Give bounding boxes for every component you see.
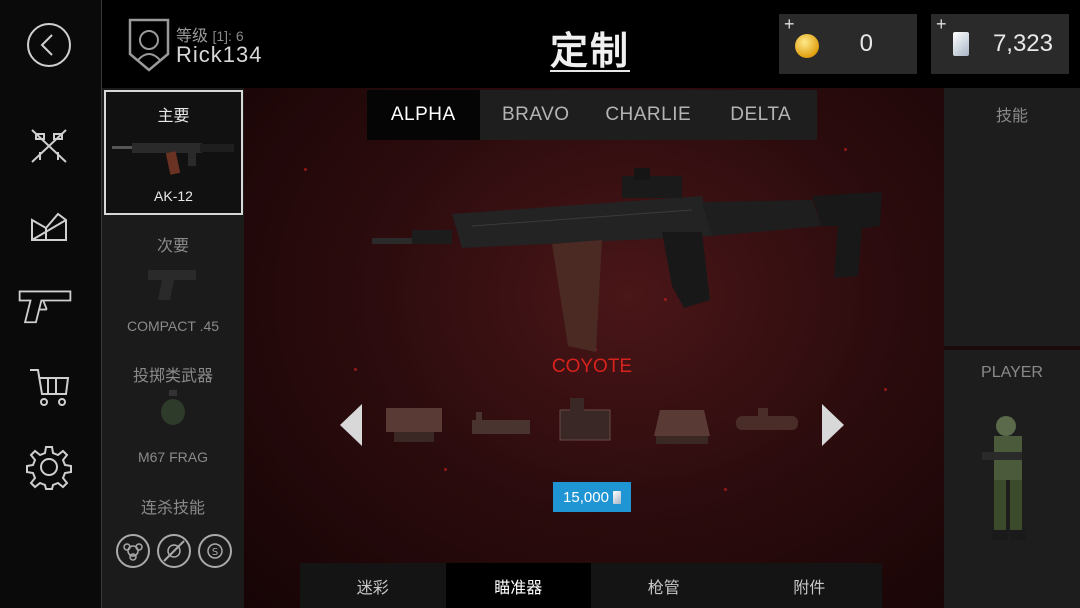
card-currency-icon (612, 490, 621, 504)
settings-icon (26, 446, 72, 490)
cards-balance[interactable]: + 7,323 (931, 14, 1069, 74)
airstrike-killstreak-icon[interactable]: S (198, 534, 232, 568)
left-nav (0, 0, 102, 608)
add-coins-icon[interactable]: + (784, 14, 795, 35)
username: Rick134 (176, 42, 263, 67)
sight-option-5-icon[interactable] (732, 396, 802, 454)
skill-title: 技能 (995, 108, 1028, 125)
nav-gear-button[interactable] (24, 202, 74, 252)
tab-bravo[interactable]: BRAVO (480, 90, 593, 140)
coin-icon (795, 34, 819, 58)
tab-sights[interactable]: 瞄准器 (445, 563, 591, 608)
cart-icon (30, 369, 70, 406)
rank-badge-icon (128, 18, 170, 72)
pistol-thumbnail-icon[interactable] (144, 264, 200, 304)
card-currency-icon (953, 32, 969, 56)
back-icon (27, 23, 71, 67)
tab-attachments[interactable]: 附件 (737, 563, 883, 608)
weapons-icon (31, 129, 67, 163)
primary-name: AK-12 (154, 188, 193, 204)
primary-weapon-slot[interactable]: 主要 AK-12 (104, 90, 243, 215)
secondary-name: COMPACT .45 (126, 318, 220, 334)
uav-killstreak-icon[interactable] (116, 534, 150, 568)
tab-camo[interactable]: 迷彩 (300, 563, 446, 608)
nav-weapons-button[interactable] (24, 120, 74, 170)
skin-name: COYOTE (551, 356, 633, 377)
price-value: 15,000 (563, 488, 609, 506)
skill-panel[interactable]: 技能 (944, 88, 1080, 346)
nav-settings-button[interactable] (24, 442, 74, 492)
tab-barrel[interactable]: 枪管 (591, 563, 737, 608)
killstreak-icons: S (116, 534, 232, 570)
svg-text:S: S (212, 547, 218, 558)
attachment-category-tabs: 迷彩 瞄准器 枪管 附件 (300, 563, 882, 608)
coins-balance[interactable]: + 0 (779, 14, 917, 74)
carousel-next-arrow-icon[interactable] (822, 404, 844, 446)
back-button[interactable] (24, 20, 74, 70)
title-underline (550, 70, 630, 72)
tab-delta[interactable]: DELTA (705, 90, 818, 140)
grenade-thumbnail-icon[interactable] (158, 388, 188, 426)
skin-tier-tabs: ALPHA BRAVO CHARLIE DELTA (367, 90, 817, 140)
killstreak-label[interactable]: 连杀技能 (102, 494, 244, 518)
nav-shop-button[interactable] (24, 362, 74, 412)
gear-crate-icon (31, 212, 67, 241)
soldier-avatar (982, 416, 1026, 540)
page-title: 定制 (550, 31, 631, 73)
player-title: PLAYER (981, 364, 1043, 381)
pistol-icon (18, 290, 72, 324)
sight-option-2-icon[interactable] (466, 396, 536, 454)
carousel-prev-arrow-icon[interactable] (340, 404, 362, 446)
counter-uav-killstreak-icon[interactable] (157, 534, 191, 568)
add-cards-icon[interactable]: + (936, 14, 947, 35)
rifle-thumbnail-icon (112, 143, 234, 175)
nav-loadout-button[interactable] (18, 280, 74, 330)
throwable-name: M67 FRAG (137, 449, 208, 465)
sight-option-4-icon[interactable] (646, 396, 716, 454)
coins-value: 0 (859, 30, 873, 57)
sight-option-3-icon[interactable] (552, 396, 622, 454)
weapon-preview[interactable] (372, 166, 888, 362)
cards-value: 7,323 (992, 30, 1053, 57)
top-bar: 等级 [1]: 6 Rick134 定制 + 0 + 7,323 (102, 0, 1080, 88)
tab-charlie[interactable]: CHARLIE (592, 90, 705, 140)
loadout-column: 主要 AK-12 次要 COMPACT .45 投掷类武器 M67 FRAG 连… (102, 88, 244, 608)
tab-alpha[interactable]: ALPHA (367, 90, 480, 140)
player-panel[interactable]: PLAYER (944, 350, 1080, 608)
primary-label: 主要 (157, 108, 190, 125)
sight-option-1-icon[interactable] (380, 396, 450, 454)
price-button[interactable]: 15,000 (553, 482, 631, 512)
throwable-label[interactable]: 投掷类武器 (102, 362, 244, 386)
secondary-label[interactable]: 次要 (102, 232, 244, 256)
